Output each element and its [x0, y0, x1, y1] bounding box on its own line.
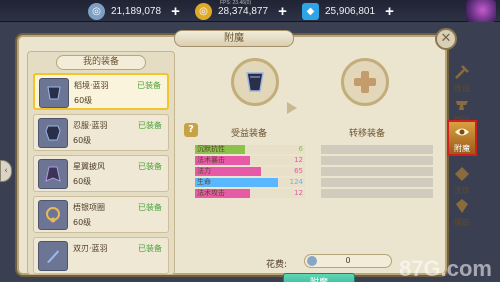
equipment-header: 我的装备 [56, 55, 146, 70]
equipment-item-2[interactable]: 星翼披风 60级 已装备 [33, 155, 169, 192]
attribute-row: 沉默抗性 6 [195, 145, 305, 154]
equipment-list: 我的装备 稻境·蓝羽 60级 已装备 忍服·蓝羽 60级 已装备 星翼披风 60… [27, 51, 175, 275]
attribute-row: 法力 65 [195, 167, 305, 176]
transfer-attribute-slot [321, 167, 433, 176]
add-gem-button[interactable]: + [385, 3, 394, 20]
cost-label: 花费: [266, 260, 288, 270]
equipment-item-4[interactable]: 双刃·蓝羽 已装备 [33, 237, 169, 274]
fps-readout: FPS: 23.46(0) [220, 0, 252, 6]
attribute-row: 法术攻击 12 [195, 189, 305, 198]
transfer-header: 转移装备 [349, 129, 386, 139]
attribute-row: 生命 124 [195, 178, 305, 187]
silver-currency: ◎ 21,189,078 + [88, 2, 180, 20]
equipment-name: 双刃·蓝羽 [73, 244, 108, 253]
equipment-level: 60级 [73, 136, 92, 145]
attribute-value: 65 [294, 167, 303, 175]
modify-icon [453, 63, 471, 81]
equipment-level: 60级 [73, 218, 92, 227]
attribute-label: 法术攻击 [197, 189, 225, 197]
cloak-icon [38, 159, 68, 189]
equipped-badge: 已装备 [138, 162, 162, 171]
collapse-left-button[interactable]: ‹ [0, 160, 12, 182]
beneficiary-header: 受益装备 [231, 129, 268, 139]
silver-amount: 21,189,078 [111, 5, 162, 17]
enchant-panel: 附魔 ✕ 我的装备 稻境·蓝羽 60级 已装备 忍服·蓝羽 60级 已装备 星翼… [17, 28, 457, 282]
blade-icon [38, 241, 68, 271]
tab-enchant[interactable]: 附魔 [447, 120, 477, 156]
equipment-item-0[interactable]: 稻境·蓝羽 60级 已装备 [33, 73, 169, 110]
reforge-icon [453, 165, 471, 183]
currency-bar: ◎ 21,189,078 + ◎ 28,374,877 + ◆ 25,906,8… [0, 0, 500, 22]
equipment-name: 梧银项圈 [73, 203, 105, 212]
attribute-row: 法术暴击 12 [195, 156, 305, 165]
equipment-level: 60级 [73, 177, 92, 186]
add-silver-button[interactable]: + [171, 3, 180, 20]
source-equipment-slot[interactable] [231, 58, 279, 106]
transfer-attribute-slot [321, 178, 433, 187]
equipped-badge: 已装备 [138, 244, 162, 253]
gem-icon: ◆ [302, 2, 319, 20]
attribute-value: 124 [289, 178, 303, 186]
necklace-icon [38, 200, 68, 230]
equipment-name: 忍服·蓝羽 [73, 121, 108, 130]
gem-currency: ◆ 25,906,801 + [302, 2, 394, 20]
equipment-name: 星翼披风 [73, 162, 105, 171]
equipment-level: 60级 [74, 96, 93, 105]
enchant-eye-icon [453, 123, 471, 141]
panel-title: 附魔 [174, 30, 294, 47]
add-icon [354, 71, 376, 93]
player-avatar[interactable] [466, 0, 496, 22]
tab-inlay[interactable]: 镶嵌 [447, 184, 477, 228]
attribute-value: 12 [294, 189, 303, 197]
armor-icon [38, 118, 68, 148]
attribute-label: 沉默抗性 [197, 145, 225, 153]
attribute-label: 法术暴击 [197, 156, 225, 164]
watermark: 87G.com [399, 256, 492, 281]
target-equipment-slot[interactable] [341, 58, 389, 106]
attribute-label: 生命 [197, 178, 211, 186]
tab-label: 镶嵌 [454, 218, 470, 227]
transfer-attribute-slot [321, 145, 433, 154]
gem-socket-icon [453, 197, 471, 215]
transfer-arrow-icon [287, 102, 297, 114]
bracer-icon [39, 78, 69, 108]
help-icon[interactable]: ? [184, 123, 198, 137]
close-icon[interactable]: ✕ [435, 28, 457, 50]
equipment-name: 稻境·蓝羽 [74, 81, 109, 90]
gem-amount: 25,906,801 [325, 5, 376, 17]
silver-coin-icon: ◎ [88, 2, 105, 20]
equipped-badge: 已装备 [138, 121, 162, 130]
attribute-value: 6 [298, 145, 303, 153]
bracer-icon [246, 72, 264, 92]
cost-display: 0 [304, 254, 392, 268]
gold-amount: 28,374,877 [218, 5, 269, 17]
enchant-button[interactable]: 附魔 [283, 273, 355, 282]
equipped-badge: 已装备 [138, 203, 162, 212]
attribute-value: 12 [294, 156, 303, 164]
anvil-icon [453, 95, 471, 113]
transfer-attribute-slot [321, 189, 433, 198]
equipped-badge: 已装备 [137, 81, 161, 90]
add-gold-button[interactable]: + [278, 3, 287, 20]
equipment-item-1[interactable]: 忍服·蓝羽 60级 已装备 [33, 114, 169, 151]
equipment-item-3[interactable]: 梧银项圈 60级 已装备 [33, 196, 169, 233]
transfer-attribute-slot [321, 156, 433, 165]
attribute-label: 法力 [197, 167, 211, 175]
cost-value: 0 [345, 256, 351, 265]
gold-coin-icon: ◎ [195, 2, 212, 20]
